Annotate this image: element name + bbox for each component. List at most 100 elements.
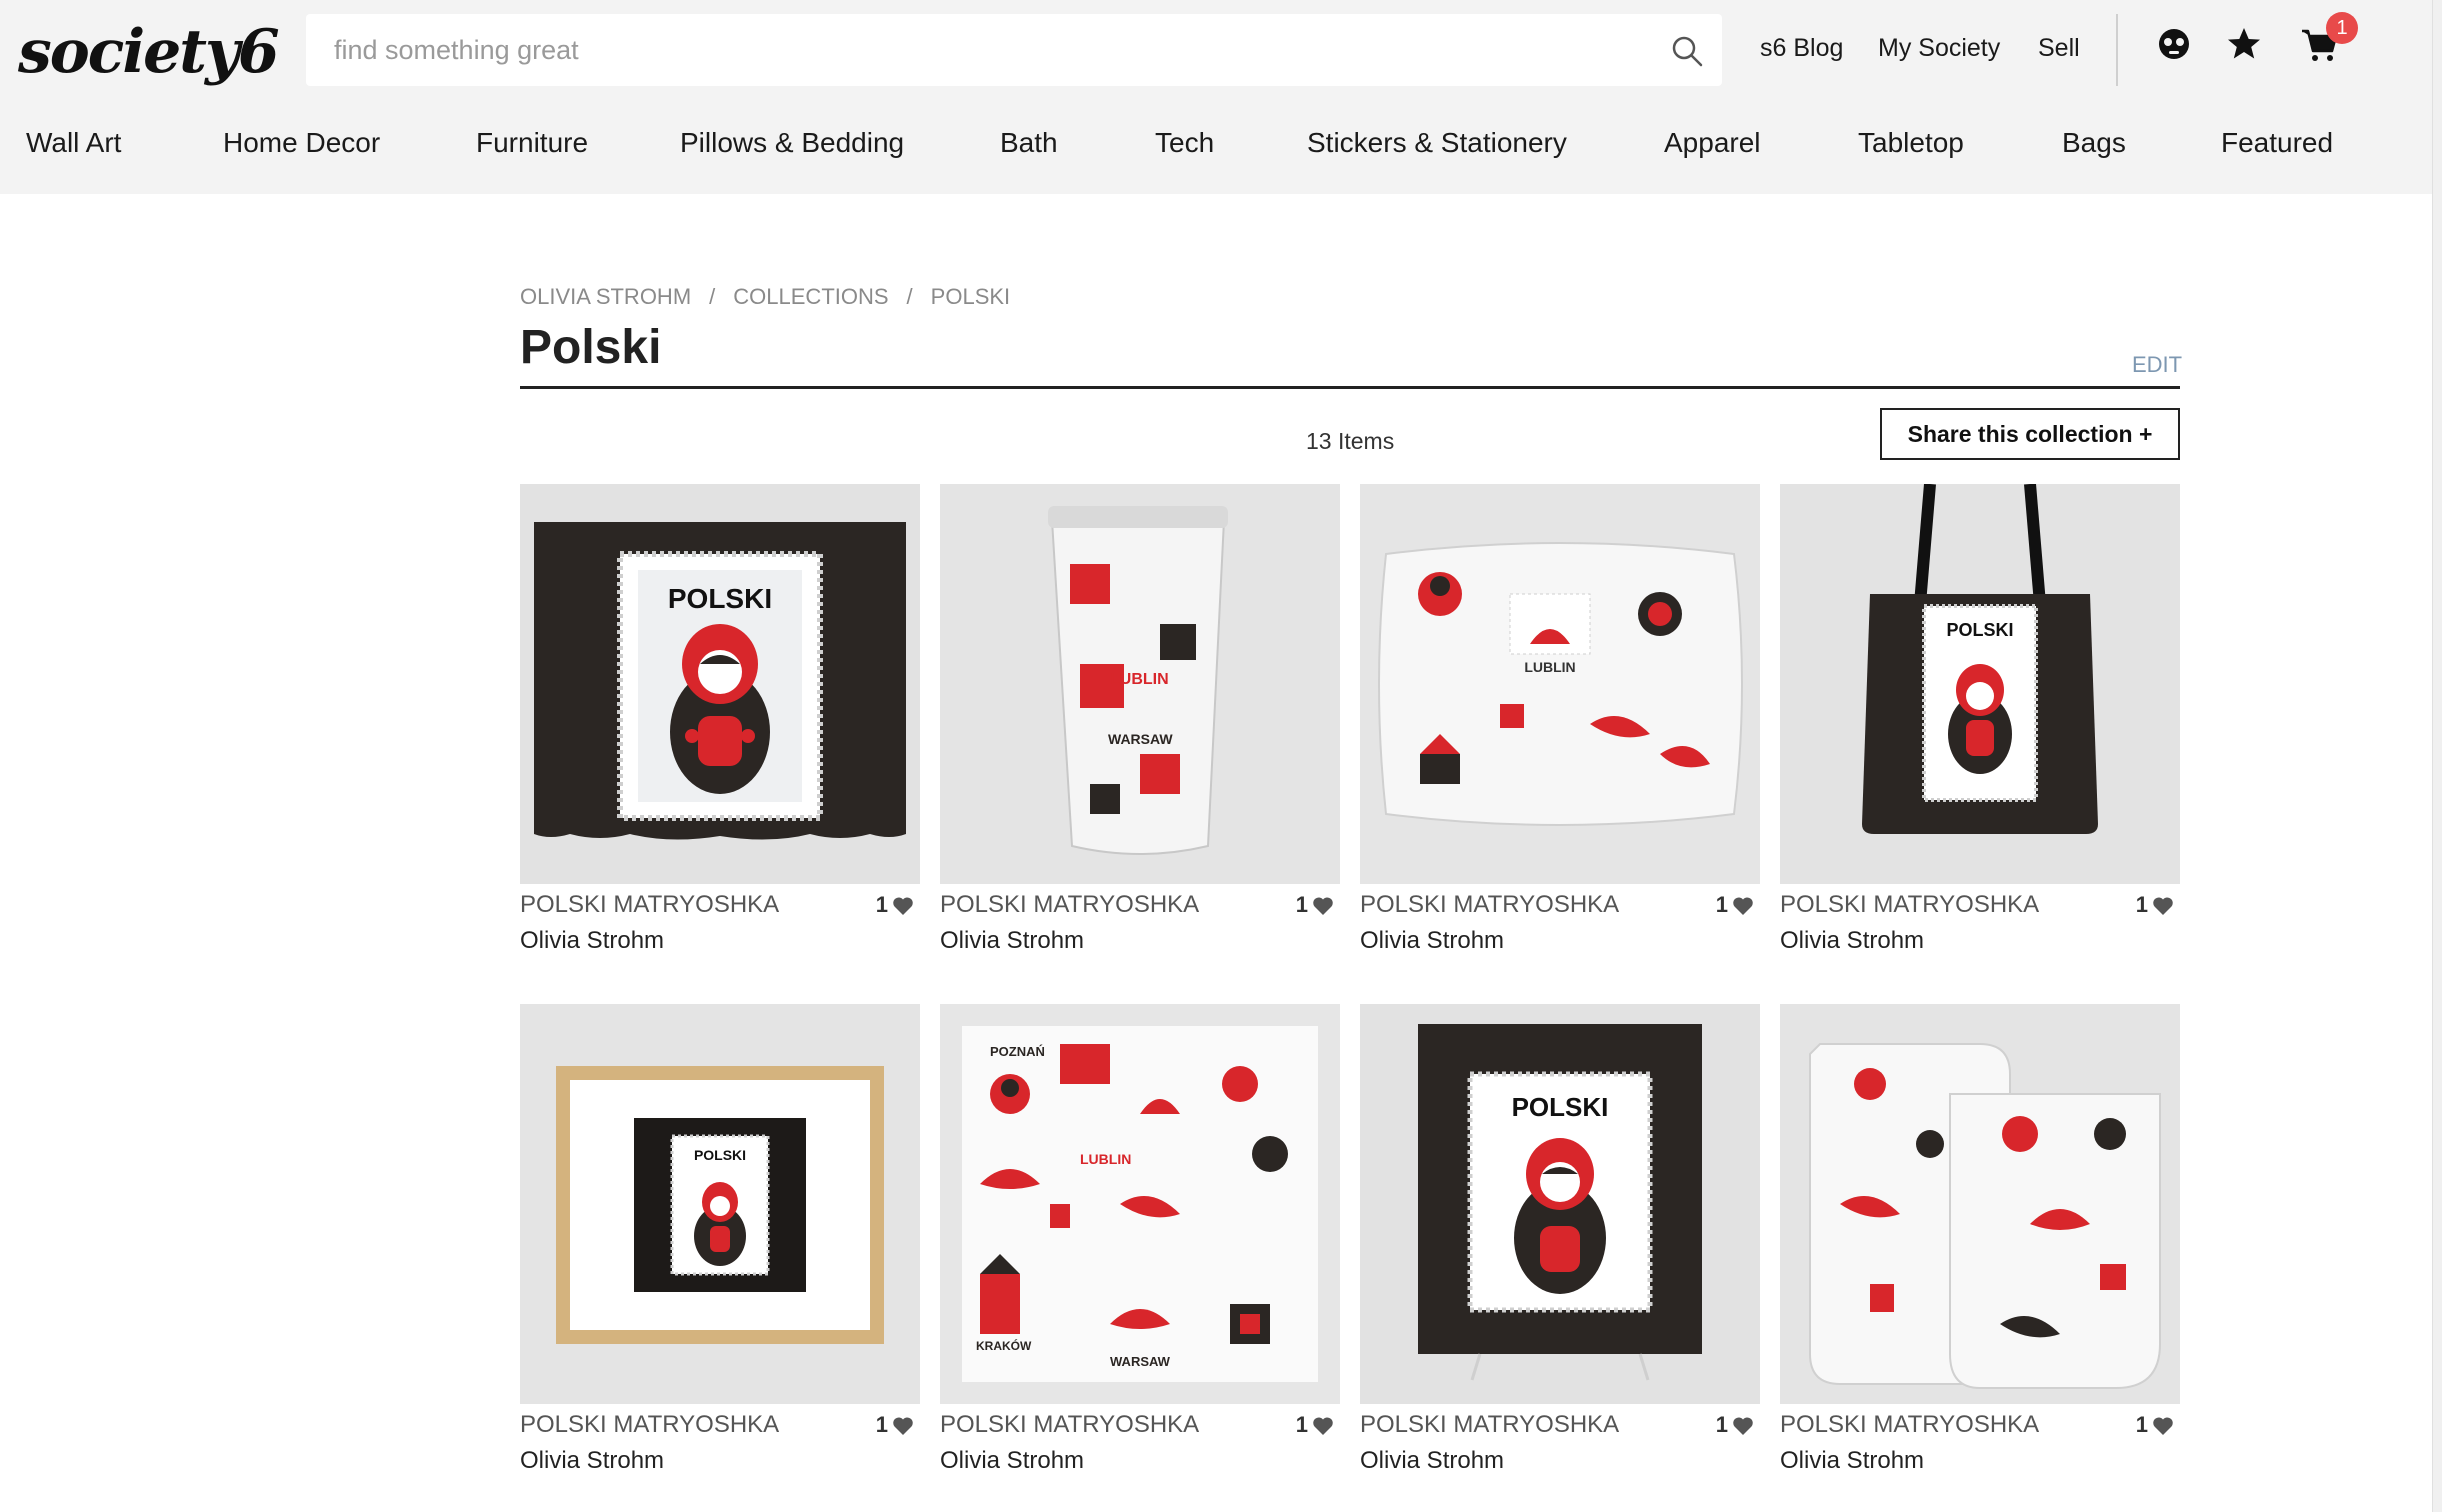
cart-count-badge: 1 bbox=[2326, 12, 2358, 44]
product-card[interactable]: POLSKI POLSKI MATRYOSHKA 1 Olivia Strohm bbox=[520, 484, 920, 954]
account-icon[interactable] bbox=[2154, 24, 2194, 64]
like-count-value: 1 bbox=[1295, 892, 1308, 917]
nav-wall-art[interactable]: Wall Art bbox=[26, 118, 121, 168]
like-count[interactable]: 1 bbox=[2136, 1408, 2174, 1442]
nav-bags[interactable]: Bags bbox=[2062, 118, 2126, 168]
art-warsaw-text: WARSAW bbox=[1108, 731, 1173, 747]
heart-icon[interactable] bbox=[1732, 1416, 1754, 1436]
heart-icon[interactable] bbox=[1312, 1416, 1334, 1436]
product-image-shower-curtain[interactable]: POLSKI bbox=[1360, 1004, 1760, 1404]
like-count-value: 1 bbox=[1715, 892, 1728, 917]
nav-tabletop[interactable]: Tabletop bbox=[1858, 118, 1964, 168]
product-image-travel-mug[interactable]: LUBLIN WARSAW bbox=[940, 484, 1340, 884]
nav-furniture[interactable]: Furniture bbox=[476, 118, 588, 168]
nav-pillows-bedding[interactable]: Pillows & Bedding bbox=[680, 118, 904, 168]
product-artist[interactable]: Olivia Strohm bbox=[1780, 1444, 1924, 1478]
product-image-bath-mat[interactable] bbox=[1780, 1004, 2180, 1404]
society6-logo[interactable]: society6 bbox=[18, 12, 280, 92]
search-icon[interactable] bbox=[1670, 34, 1704, 68]
nav-bath[interactable]: Bath bbox=[1000, 118, 1058, 168]
art-polski-text: POLSKI bbox=[1946, 620, 2013, 640]
breadcrumb-separator: / bbox=[906, 284, 913, 309]
like-count[interactable]: 1 bbox=[2136, 888, 2174, 922]
product-title[interactable]: POLSKI MATRYOSHKA bbox=[1780, 888, 2039, 922]
product-title[interactable]: POLSKI MATRYOSHKA bbox=[1360, 1408, 1619, 1442]
like-count-value: 1 bbox=[875, 892, 888, 917]
product-artist[interactable]: Olivia Strohm bbox=[1780, 924, 1924, 958]
like-count[interactable]: 1 bbox=[1716, 888, 1754, 922]
heart-icon[interactable] bbox=[2152, 1416, 2174, 1436]
nav-apparel[interactable]: Apparel bbox=[1664, 118, 1761, 168]
product-artist[interactable]: Olivia Strohm bbox=[520, 1444, 664, 1478]
product-card[interactable]: POLSKI MATRYOSHKA 1 Olivia Strohm bbox=[1780, 1004, 2180, 1474]
like-count-value: 1 bbox=[2135, 892, 2148, 917]
like-count[interactable]: 1 bbox=[1296, 1408, 1334, 1442]
art-warsaw-text: WARSAW bbox=[1110, 1354, 1171, 1369]
like-count[interactable]: 1 bbox=[1716, 1408, 1754, 1442]
breadcrumb: OLIVIA STROHM / COLLECTIONS / POLSKI bbox=[520, 282, 1010, 312]
art-poznan-text: POZNAŃ bbox=[990, 1044, 1045, 1059]
product-image-tote-bag[interactable]: POLSKI bbox=[1780, 484, 2180, 884]
product-card[interactable]: LUBLIN POLSKI MATRYOSHKA 1 Olivia Strohm bbox=[1360, 484, 1760, 954]
page-title: Polski bbox=[520, 321, 662, 374]
product-title[interactable]: POLSKI MATRYOSHKA bbox=[520, 1408, 779, 1442]
product-image-framed-print[interactable]: POLSKI bbox=[520, 1004, 920, 1404]
product-title[interactable]: POLSKI MATRYOSHKA bbox=[940, 888, 1199, 922]
heart-icon[interactable] bbox=[2152, 896, 2174, 916]
product-title[interactable]: POLSKI MATRYOSHKA bbox=[520, 888, 779, 922]
product-card[interactable]: POLSKI POLSKI MATRYOSHKA 1 Olivia Strohm bbox=[1360, 1004, 1760, 1474]
product-title[interactable]: POLSKI MATRYOSHKA bbox=[940, 1408, 1199, 1442]
product-artist[interactable]: Olivia Strohm bbox=[1360, 924, 1504, 958]
heart-icon[interactable] bbox=[1732, 896, 1754, 916]
edit-link[interactable]: EDIT bbox=[2132, 350, 2182, 380]
nav-stickers-stationery[interactable]: Stickers & Stationery bbox=[1307, 118, 1567, 168]
s6-blog-link[interactable]: s6 Blog bbox=[1760, 28, 1843, 68]
page-scrollbar[interactable] bbox=[2432, 0, 2442, 1512]
breadcrumb-current[interactable]: POLSKI bbox=[931, 284, 1010, 309]
art-polski-text: POLSKI bbox=[694, 1147, 746, 1163]
art-polski-text: POLSKI bbox=[668, 583, 772, 614]
like-count[interactable]: 1 bbox=[1296, 888, 1334, 922]
art-polski-text: POLSKI bbox=[1512, 1092, 1609, 1122]
product-image-wall-tapestry[interactable]: POLSKI bbox=[520, 484, 920, 884]
like-count-value: 1 bbox=[875, 1412, 888, 1437]
heart-icon[interactable] bbox=[892, 1416, 914, 1436]
items-count: 13 Items bbox=[1306, 428, 1395, 454]
search-bar[interactable] bbox=[306, 14, 1722, 86]
share-collection-button[interactable]: Share this collection + bbox=[1880, 408, 2180, 460]
breadcrumb-artist[interactable]: OLIVIA STROHM bbox=[520, 284, 691, 309]
product-title[interactable]: POLSKI MATRYOSHKA bbox=[1780, 1408, 2039, 1442]
sell-link[interactable]: Sell bbox=[2038, 28, 2080, 68]
product-artist[interactable]: Olivia Strohm bbox=[1360, 1444, 1504, 1478]
product-artist[interactable]: Olivia Strohm bbox=[520, 924, 664, 958]
art-lublin-text: LUBLIN bbox=[1524, 659, 1575, 675]
like-count-value: 1 bbox=[1295, 1412, 1308, 1437]
breadcrumb-collections[interactable]: COLLECTIONS bbox=[733, 284, 888, 309]
breadcrumb-separator: / bbox=[709, 284, 716, 309]
nav-home-decor[interactable]: Home Decor bbox=[223, 118, 380, 168]
nav-featured[interactable]: Featured bbox=[2221, 118, 2333, 168]
like-count[interactable]: 1 bbox=[876, 1408, 914, 1442]
like-count-value: 1 bbox=[2135, 1412, 2148, 1437]
product-artist[interactable]: Olivia Strohm bbox=[940, 1444, 1084, 1478]
search-input[interactable] bbox=[334, 14, 1634, 86]
product-artist[interactable]: Olivia Strohm bbox=[940, 924, 1084, 958]
product-title[interactable]: POLSKI MATRYOSHKA bbox=[1360, 888, 1619, 922]
product-card[interactable]: POZNAŃ LUBLIN KRAKÓW WARSAW POLSKI MATRY… bbox=[940, 1004, 1340, 1474]
category-nav: Wall Art Home Decor Furniture Pillows & … bbox=[0, 118, 2442, 168]
art-lublin-text: LUBLIN bbox=[1080, 1151, 1131, 1167]
nav-tech[interactable]: Tech bbox=[1155, 118, 1214, 168]
product-card[interactable]: POLSKI POLSKI MATRYOSHKA 1 Olivia Strohm bbox=[1780, 484, 2180, 954]
site-header: society6 s6 Blog My Society Sell 1 Wall … bbox=[0, 0, 2442, 194]
star-icon[interactable] bbox=[2224, 24, 2264, 64]
product-image-throw-pillow[interactable]: LUBLIN bbox=[1360, 484, 1760, 884]
header-divider bbox=[2116, 14, 2118, 86]
product-card[interactable]: LUBLIN WARSAW POLSKI MATRYOSHKA 1 Olivia… bbox=[940, 484, 1340, 954]
heart-icon[interactable] bbox=[1312, 896, 1334, 916]
heart-icon[interactable] bbox=[892, 896, 914, 916]
product-card[interactable]: POLSKI POLSKI MATRYOSHKA 1 Olivia Strohm bbox=[520, 1004, 920, 1474]
art-krakow-text: KRAKÓW bbox=[976, 1338, 1032, 1353]
product-image-pattern-print[interactable]: POZNAŃ LUBLIN KRAKÓW WARSAW bbox=[940, 1004, 1340, 1404]
my-society-link[interactable]: My Society bbox=[1878, 28, 2000, 68]
like-count[interactable]: 1 bbox=[876, 888, 914, 922]
